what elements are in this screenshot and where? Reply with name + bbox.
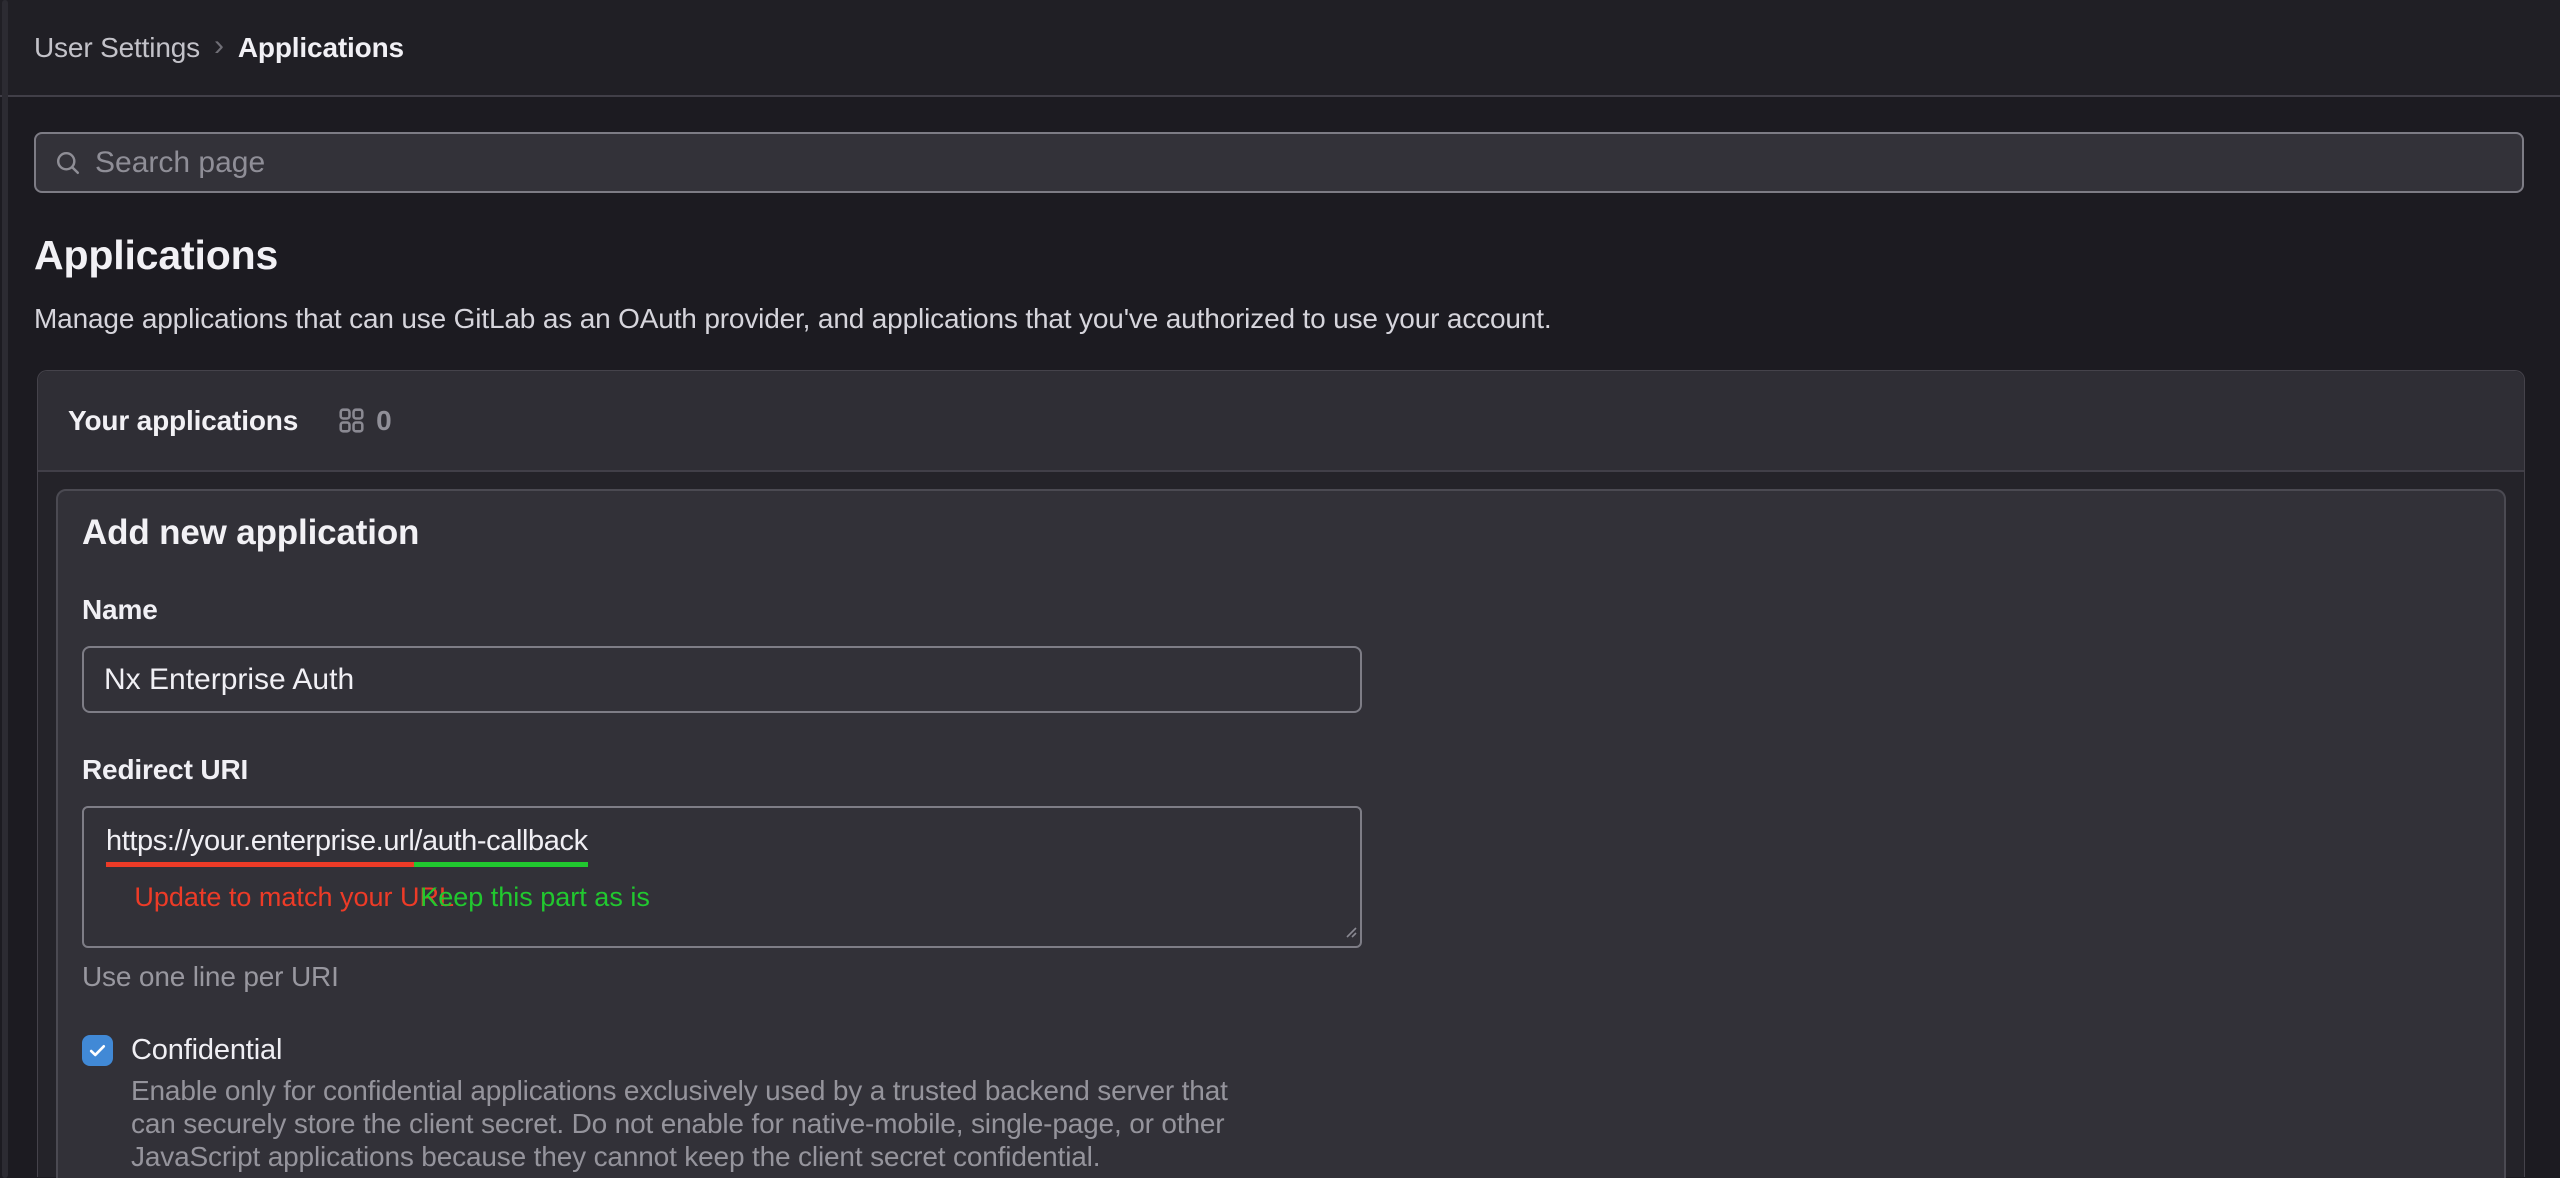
- redirect-uri-value: https://your.enterprise.urlUpdate to mat…: [106, 824, 1338, 858]
- top-bar: User Settings › Applications: [0, 0, 2560, 97]
- page-description: Manage applications that can use GitLab …: [34, 303, 2525, 335]
- add-application-card: Add new application Name Redirect URI ht…: [56, 489, 2506, 1178]
- redirect-uri-textarea[interactable]: https://your.enterprise.urlUpdate to mat…: [82, 806, 1362, 948]
- confidential-checkbox[interactable]: [82, 1035, 113, 1066]
- annotation-update-label: Update to match your URL: [134, 880, 454, 914]
- annotation-keep-label: Keep this part as is: [420, 880, 650, 914]
- confidential-label[interactable]: Confidential: [131, 1034, 282, 1067]
- redirect-uri-label: Redirect URI: [82, 754, 2480, 786]
- search-page-box[interactable]: [34, 132, 2524, 193]
- chevron-right-icon: ›: [214, 31, 224, 65]
- breadcrumb-applications: Applications: [238, 32, 404, 64]
- page-title: Applications: [34, 232, 2525, 279]
- name-input[interactable]: [82, 646, 1362, 713]
- your-applications-header: Your applications 0: [38, 371, 2524, 472]
- breadcrumb-user-settings[interactable]: User Settings: [34, 32, 200, 64]
- redirect-uri-hint: Use one line per URI: [82, 961, 2480, 993]
- resize-handle-icon[interactable]: [1344, 925, 1357, 943]
- applications-grid-icon: [318, 407, 365, 434]
- applications-count-badge: 0: [376, 405, 391, 437]
- confidential-row: Confidential: [82, 1034, 2480, 1067]
- add-application-title: Add new application: [82, 513, 2480, 553]
- search-input[interactable]: [95, 146, 2504, 180]
- left-edge-strip: [2, 0, 8, 1178]
- breadcrumb: User Settings › Applications: [34, 31, 404, 65]
- check-icon: [87, 1040, 108, 1061]
- search-icon: [54, 149, 82, 177]
- main-content: Applications Manage applications that ca…: [0, 132, 2560, 1177]
- your-applications-panel: Your applications 0 Add new application …: [37, 370, 2525, 1177]
- redirect-uri-part-keep: /auth-callbackKeep this part as is: [414, 824, 587, 858]
- confidential-help-text: Enable only for confidential application…: [131, 1074, 2480, 1173]
- name-label: Name: [82, 594, 2480, 626]
- panel-body: Add new application Name Redirect URI ht…: [38, 472, 2524, 1178]
- your-applications-title: Your applications: [68, 405, 298, 437]
- redirect-uri-part-update: https://your.enterprise.urlUpdate to mat…: [106, 824, 414, 858]
